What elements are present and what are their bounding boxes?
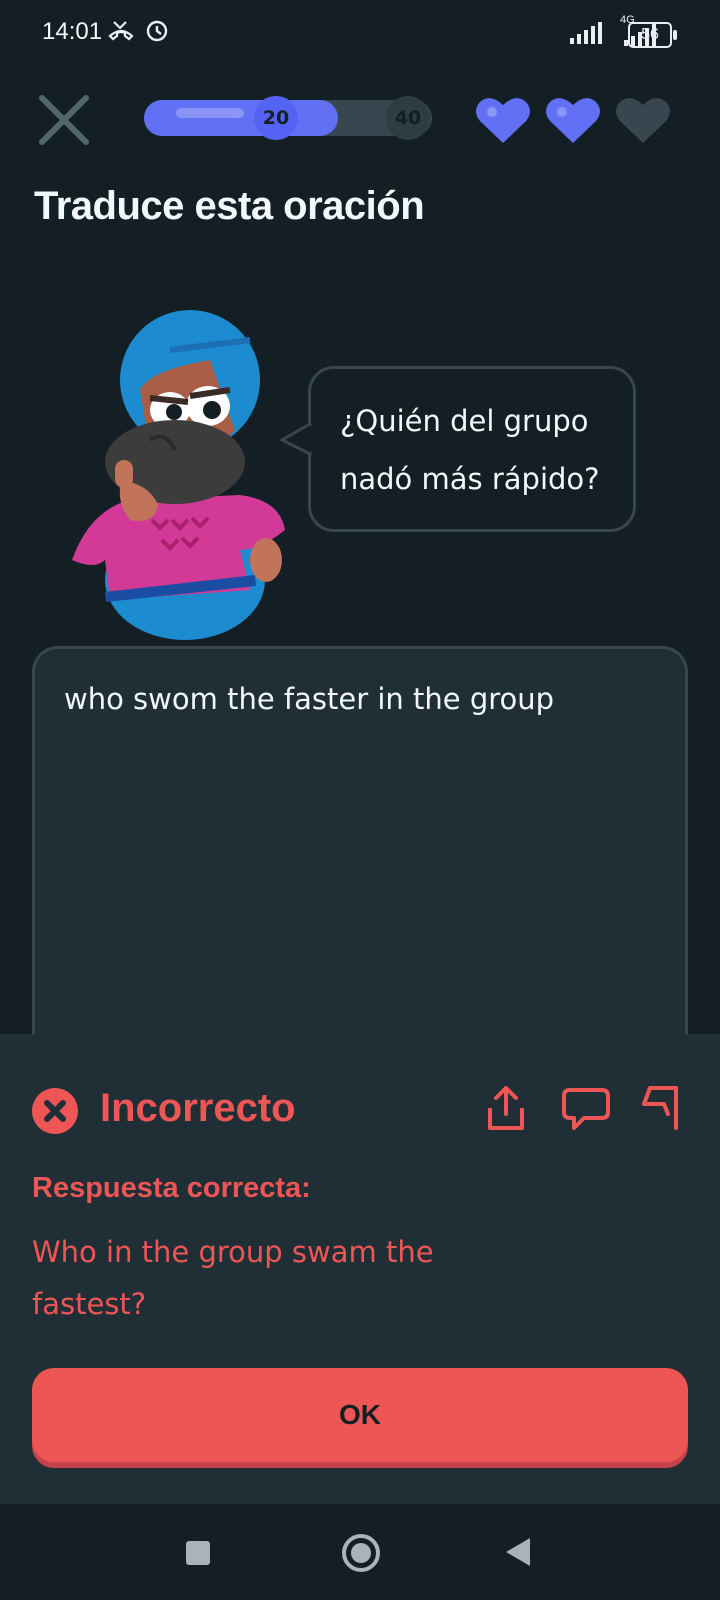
progress-target-badge: 40 — [386, 96, 430, 140]
share-icon — [488, 1086, 524, 1130]
status-time: 14:01 — [42, 18, 103, 45]
report-button[interactable] — [640, 1082, 692, 1134]
feedback-status: Incorrecto — [100, 1086, 296, 1130]
comment-button[interactable] — [560, 1082, 612, 1134]
correct-answer-label: Respuesta correcta: — [32, 1172, 311, 1204]
progress-shine — [176, 108, 244, 118]
share-button[interactable] — [480, 1082, 532, 1134]
heart-icon — [546, 98, 600, 143]
flag-icon — [642, 1086, 678, 1130]
prompt-sentence: ¿Quién del grupo nadó más rápido? — [340, 392, 620, 508]
recent-apps-button[interactable] — [186, 1541, 210, 1565]
progress-fill — [144, 100, 338, 136]
prompt-sentence-line2: nadó más rápido? — [340, 462, 600, 496]
signal-icon — [570, 22, 602, 44]
close-button[interactable] — [36, 92, 92, 148]
heart-icon — [476, 98, 530, 143]
ok-button[interactable]: OK — [32, 1368, 688, 1462]
back-button[interactable] — [506, 1538, 530, 1566]
progress-current-badge: 20 — [254, 96, 298, 140]
close-icon — [39, 95, 89, 145]
incorrect-icon — [32, 1088, 78, 1134]
heart-empty-icon — [616, 98, 670, 143]
status-left-icons — [108, 18, 170, 44]
correct-answer-text: Who in the group swam the fastest? — [32, 1235, 434, 1321]
page-title: Traduce esta oración — [34, 184, 425, 228]
prompt-sentence-line1: ¿Quién del grupo — [340, 404, 589, 438]
home-button[interactable] — [342, 1534, 380, 1572]
comment-icon — [562, 1088, 610, 1130]
character-illustration — [72, 310, 285, 640]
battery-icon: 56 — [628, 22, 677, 48]
answer-text: who swom the faster in the group — [64, 682, 555, 716]
sync-icon — [146, 20, 168, 42]
missed-call-icon — [108, 21, 134, 41]
speech-bubble-tail — [280, 424, 314, 456]
